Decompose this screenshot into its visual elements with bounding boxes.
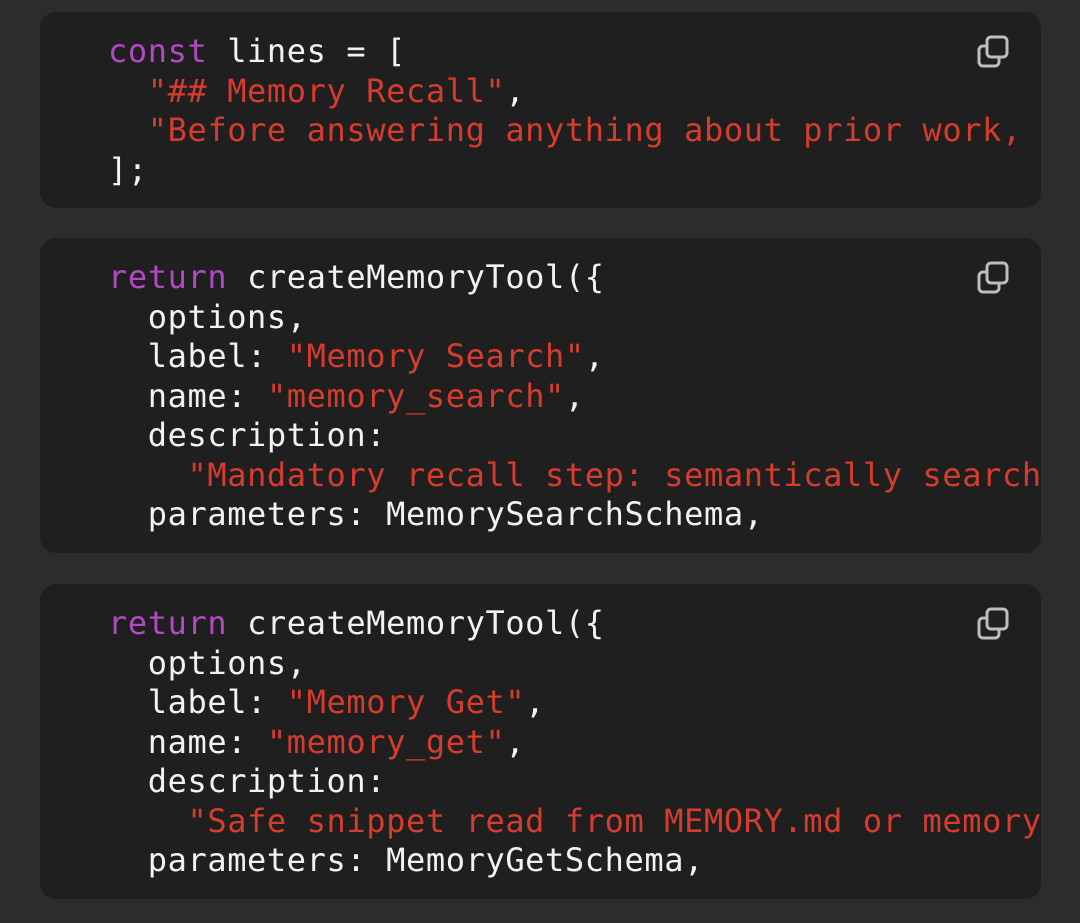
copy-icon <box>977 35 1009 68</box>
string-token: "Before answering anything about prior w… <box>147 111 1041 149</box>
code-block-memory-search: return createMemoryTool({ options, label… <box>40 238 1041 553</box>
code-line: return createMemoryTool({ <box>108 258 1041 298</box>
code-text: ]; <box>108 150 148 189</box>
code-line: "Before answering anything about prior w… <box>108 111 1041 151</box>
code-content: return createMemoryTool({ options, label… <box>108 258 1041 535</box>
code-line: name: "memory_search", <box>108 377 1041 417</box>
code-line: options, <box>108 644 1041 684</box>
code-line: parameters: MemorySearchSchema, <box>108 495 1041 535</box>
code-text: description: <box>147 416 387 454</box>
code-line: "Mandatory recall step: semantically sea… <box>108 456 1041 496</box>
code-text: label: <box>147 683 287 721</box>
code-text: , <box>505 71 526 110</box>
code-block-memory-get: return createMemoryTool({ options, label… <box>40 584 1041 899</box>
keyword-token: const <box>108 32 208 70</box>
code-line: return createMemoryTool({ <box>108 604 1041 644</box>
code-text: , <box>584 337 605 375</box>
code-text: createMemoryTool({ <box>227 258 605 296</box>
code-text: , <box>564 376 585 415</box>
code-line: options, <box>108 298 1041 338</box>
code-line: name: "memory_get", <box>108 723 1041 763</box>
code-content: return createMemoryTool({ options, label… <box>108 604 1041 881</box>
code-line: label: "Memory Search", <box>108 337 1041 377</box>
code-line: label: "Memory Get", <box>108 683 1041 723</box>
keyword-token: return <box>108 604 228 642</box>
copy-icon <box>977 607 1009 640</box>
string-token: "Safe snippet read from MEMORY.md or mem… <box>187 801 1041 840</box>
string-token: "memory_get" <box>266 722 506 761</box>
code-text: , <box>505 722 526 761</box>
code-text: , <box>525 683 546 721</box>
code-line: "Safe snippet read from MEMORY.md or mem… <box>108 802 1041 842</box>
string-token: "Memory Search" <box>286 337 585 375</box>
string-token: "Memory Get" <box>286 683 526 721</box>
code-text: name: <box>147 722 267 761</box>
code-block-const-lines: const lines = [ "## Memory Recall", "Bef… <box>40 12 1041 208</box>
copy-button[interactable] <box>975 34 1011 70</box>
code-text: options, <box>147 297 307 336</box>
code-line: ]; <box>108 151 1041 191</box>
code-content: const lines = [ "## Memory Recall", "Bef… <box>108 32 1041 190</box>
code-line: parameters: MemoryGetSchema, <box>108 841 1041 881</box>
copy-icon <box>977 261 1009 294</box>
code-text: parameters: MemorySearchSchema, <box>147 495 764 533</box>
copy-button[interactable] <box>975 260 1011 296</box>
code-line: const lines = [ <box>108 32 1041 72</box>
code-text: parameters: MemoryGetSchema, <box>147 841 704 879</box>
code-text: name: <box>147 376 267 415</box>
code-line: description: <box>108 762 1041 802</box>
code-text: options, <box>147 643 307 682</box>
string-token: "memory_search" <box>266 376 565 415</box>
keyword-token: return <box>108 258 228 296</box>
code-text: createMemoryTool({ <box>227 604 605 642</box>
code-line: description: <box>108 416 1041 456</box>
copy-button[interactable] <box>975 606 1011 642</box>
code-line: "## Memory Recall", <box>108 72 1041 112</box>
string-token: "## Memory Recall" <box>147 71 506 110</box>
code-text: label: <box>147 337 287 375</box>
code-text: lines = [ <box>207 32 406 70</box>
page: const lines = [ "## Memory Recall", "Bef… <box>0 0 1080 923</box>
code-text: description: <box>147 762 387 800</box>
string-token: "Mandatory recall step: semantically sea… <box>187 455 1041 494</box>
